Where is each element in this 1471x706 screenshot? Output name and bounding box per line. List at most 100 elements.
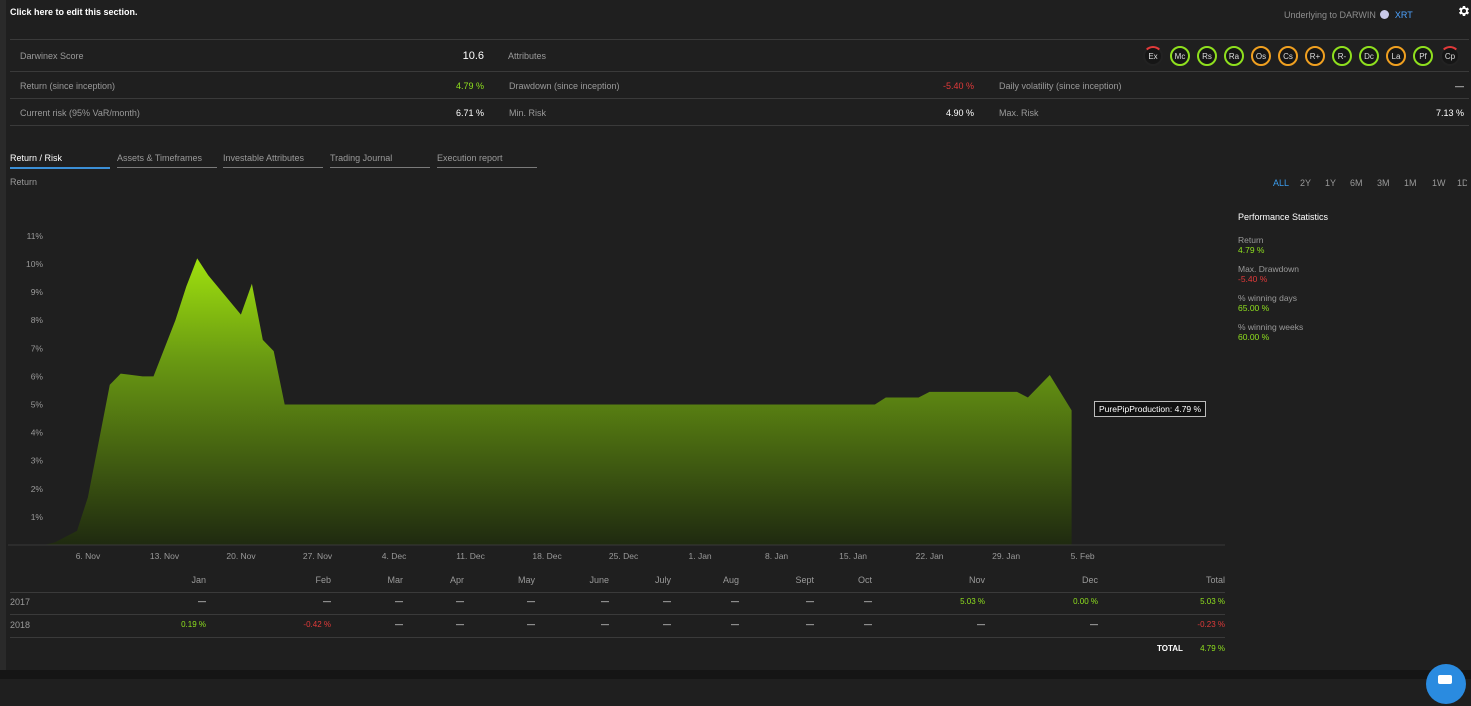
- table-cell: —: [198, 597, 206, 606]
- range-3m[interactable]: 3M: [1377, 178, 1404, 188]
- return-chart: 1% 2% 3% 4% 5% 6% 7% 8% 9% 10% 11% 6. Nov 13. Nov 20…: [8, 231, 1225, 561]
- range-1w[interactable]: 1W: [1432, 178, 1457, 188]
- table-row: 2017 — — — — — — — — — — 5.03 % 0.00 % 5.03 %: [0, 597, 1230, 609]
- x-tick-label: 27. Nov: [303, 551, 333, 561]
- attribute-badge[interactable]: Pf: [1413, 46, 1433, 66]
- return-area-series: [44, 258, 1072, 545]
- x-tick-label: 25. Dec: [609, 551, 639, 561]
- performance-item: Return 4.79 %: [1238, 235, 1303, 255]
- divider: [10, 125, 1469, 126]
- performance-item-label: % winning weeks: [1238, 322, 1304, 332]
- divider: [10, 614, 1225, 615]
- return-label: Return (since inception): [20, 81, 116, 91]
- x-tick-label: 20. Nov: [226, 551, 256, 561]
- attribute-badge[interactable]: Rs: [1197, 46, 1217, 66]
- x-tick-label: 15. Jan: [839, 551, 867, 561]
- table-cell: —: [864, 597, 872, 606]
- y-tick-label: 2%: [31, 484, 44, 494]
- attribute-badge[interactable]: Mc: [1170, 46, 1190, 66]
- attribute-badge[interactable]: Dc: [1359, 46, 1379, 66]
- table-cell: —: [456, 597, 464, 606]
- y-tick-label: 11%: [27, 231, 44, 241]
- x-tick-label: 8. Jan: [765, 551, 788, 561]
- min-risk-label: Min. Risk: [509, 108, 547, 118]
- attribute-badge[interactable]: Ex: [1143, 46, 1163, 66]
- range-1m[interactable]: 1M: [1404, 178, 1432, 188]
- divider: [10, 98, 1469, 99]
- attribute-badge[interactable]: Cp: [1440, 46, 1460, 66]
- table-cell: 0.19 %: [181, 620, 206, 629]
- table-row: 2018 0.19 % -0.42 % — — — — — — — — — — -0.23 %: [0, 620, 1230, 632]
- volatility-label: Daily volatility (since inception): [999, 81, 1122, 91]
- tab-trading-journal[interactable]: Trading Journal: [330, 153, 430, 168]
- table-cell: —: [663, 597, 671, 606]
- chat-bubble-button[interactable]: [1426, 664, 1466, 704]
- month-header: Sept: [795, 575, 814, 585]
- table-cell: —: [663, 620, 671, 629]
- attribute-badge[interactable]: Ra: [1224, 46, 1244, 66]
- performance-item-label: Return: [1238, 235, 1264, 245]
- table-cell: —: [395, 620, 403, 629]
- bottom-bar: [0, 670, 1471, 679]
- attribute-badge[interactable]: Cs: [1278, 46, 1298, 66]
- x-tick-label: 11. Dec: [456, 551, 485, 561]
- range-1d[interactable]: 1D: [1457, 178, 1467, 188]
- range-1y[interactable]: 1Y: [1325, 178, 1350, 188]
- edit-section-link[interactable]: Click here to edit this section.: [10, 7, 138, 17]
- tab-assets-timeframes[interactable]: Assets & Timeframes: [117, 153, 217, 168]
- min-risk-value: 4.90 %: [945, 108, 974, 118]
- table-cell: —: [1090, 620, 1098, 629]
- y-tick-label: 3%: [31, 456, 44, 466]
- performance-list: Return 4.79 % Max. Drawdown -5.40 % % winnin…: [1238, 235, 1303, 351]
- table-cell: —: [601, 597, 609, 606]
- range-2y[interactable]: 2Y: [1300, 178, 1325, 188]
- volatility-value: —: [1455, 81, 1464, 91]
- performance-item: % winning weeks 60.00 %: [1238, 322, 1303, 342]
- x-tick-label: 22. Jan: [916, 551, 944, 561]
- month-header: July: [654, 575, 671, 585]
- month-header: Mar: [387, 575, 404, 585]
- chart-tooltip: PurePipProduction: 4.79 %: [1094, 401, 1207, 417]
- current-risk-label: Current risk (95% VaR/month): [20, 108, 140, 118]
- divider: [10, 71, 1469, 72]
- attribute-badge[interactable]: R+: [1305, 46, 1325, 66]
- x-tick-label: 13. Nov: [150, 551, 180, 561]
- gear-icon[interactable]: [1457, 4, 1471, 18]
- attribute-badge[interactable]: La: [1386, 46, 1406, 66]
- tab-investable-attributes[interactable]: Investable Attributes: [223, 153, 323, 168]
- underlying-darwin[interactable]: Underlying to DARWIN XRT: [1284, 10, 1413, 20]
- y-tick-label: 7%: [31, 343, 44, 353]
- max-risk-label: Max. Risk: [999, 108, 1039, 118]
- x-tick-label: 1. Jan: [689, 551, 712, 561]
- table-cell: —: [806, 597, 814, 606]
- attributes-label: Attributes: [508, 51, 547, 61]
- table-cell: —: [456, 620, 464, 629]
- divider: [10, 637, 1225, 638]
- current-risk-value: 6.71 %: [455, 108, 484, 118]
- darwin-dot-icon: [1380, 10, 1390, 19]
- max-risk-value: 7.13 %: [1435, 108, 1464, 118]
- tab-execution-report[interactable]: Execution report: [437, 153, 537, 168]
- underlying-code[interactable]: XRT: [1395, 10, 1413, 20]
- tab-return-risk[interactable]: Return / Risk: [10, 153, 110, 169]
- table-cell: —: [731, 597, 739, 606]
- performance-item: % winning days 65.00 %: [1238, 293, 1303, 313]
- y-tick-label: 9%: [31, 287, 44, 297]
- range-all[interactable]: ALL: [1273, 178, 1300, 188]
- x-tick-label: 29. Jan: [992, 551, 1020, 561]
- darwinex-score-value: 10.6: [462, 50, 484, 62]
- performance-item-label: Max. Drawdown: [1238, 264, 1299, 274]
- x-tick-label: 5. Feb: [1071, 551, 1095, 561]
- range-selector: ALL 2Y 1Y 6M 3M 1M 1W 1D: [1273, 178, 1467, 188]
- total-value: 4.79 %: [1200, 644, 1225, 653]
- table-cell: 5.03 %: [960, 597, 985, 606]
- month-header: Nov: [968, 575, 985, 585]
- table-cell: —: [864, 620, 872, 629]
- month-header: Aug: [722, 575, 739, 585]
- divider: [10, 39, 1469, 40]
- attribute-badge[interactable]: R-: [1332, 46, 1352, 66]
- drawdown-label: Drawdown (since inception): [509, 81, 620, 91]
- range-6m[interactable]: 6M: [1350, 178, 1377, 188]
- attribute-badge[interactable]: Os: [1251, 46, 1271, 66]
- month-header: Oct: [857, 575, 872, 585]
